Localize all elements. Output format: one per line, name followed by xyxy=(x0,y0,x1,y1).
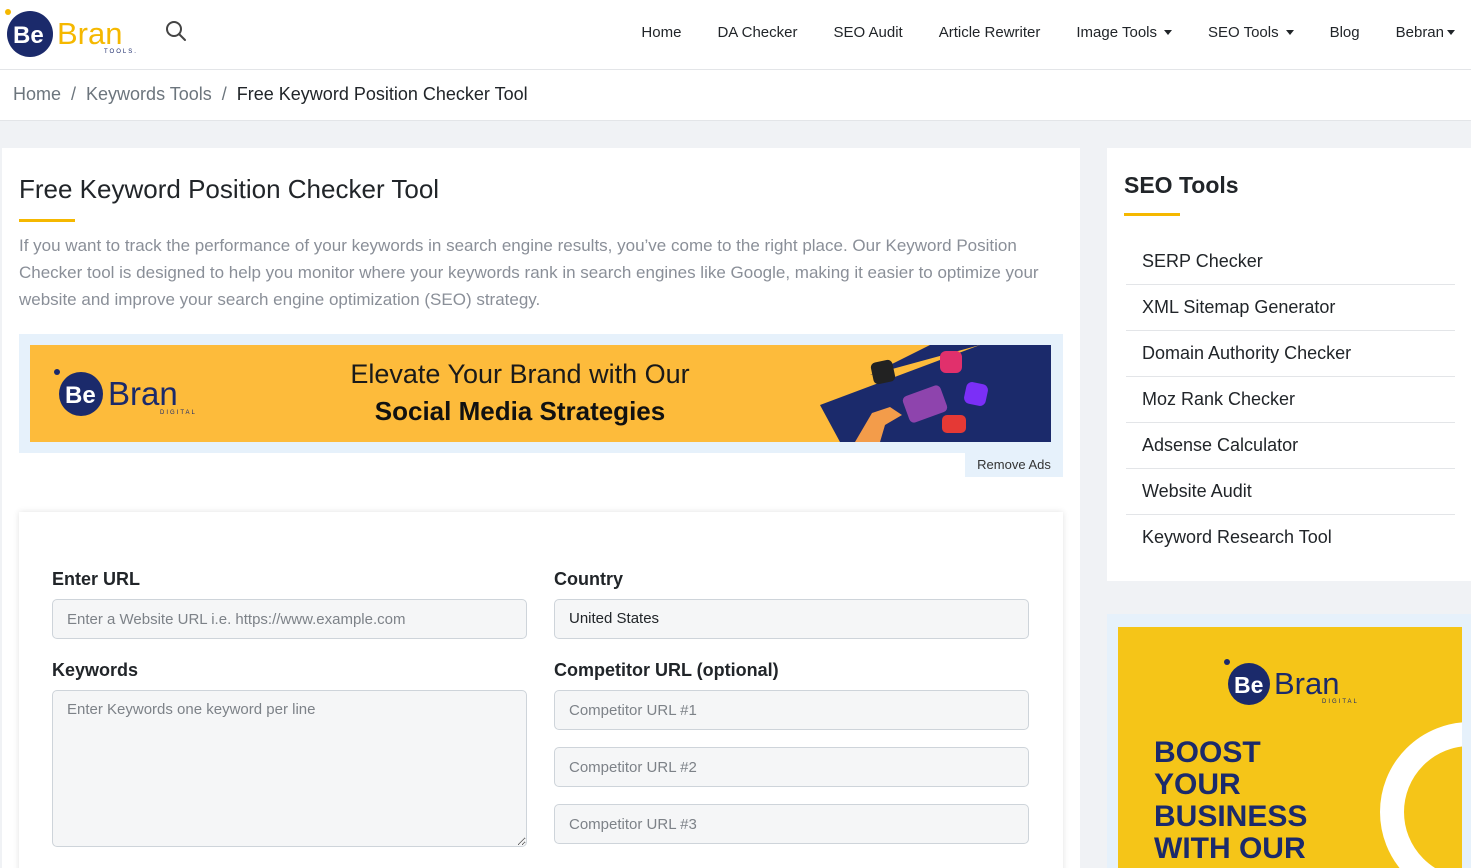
top-navbar: Be Bran TOOLS. Home DA Checker SEO Audit… xyxy=(0,0,1471,70)
logo-sub-text: TOOLS. xyxy=(104,49,138,55)
bebran-tools-logo[interactable]: Be Bran TOOLS. xyxy=(4,6,144,58)
keywords-label: Keywords xyxy=(52,660,139,680)
nav-bebran-label: Bebran xyxy=(1395,23,1444,41)
nav-seo-audit-label: SEO Audit xyxy=(833,23,903,41)
logo-be-text: Be xyxy=(13,22,44,49)
side-ad-logo-bran: Bran xyxy=(1274,666,1339,701)
nav-da-checker-label: DA Checker xyxy=(717,23,798,41)
bebran-digital-logo: Be Bran DIGITAL xyxy=(1224,659,1359,705)
sidebar-title: SEO Tools xyxy=(1124,172,1239,198)
main-nav: Home DA Checker SEO Audit Article Rewrit… xyxy=(605,0,1455,64)
sidebar-item-keyword-research-tool[interactable]: Keyword Research Tool xyxy=(1126,515,1455,561)
nav-article-rewriter[interactable]: Article Rewriter xyxy=(939,24,1041,41)
url-label: Enter URL xyxy=(52,569,141,589)
nav-image-tools-dropdown[interactable]: Image Tools xyxy=(1076,24,1172,41)
nav-da-checker[interactable]: DA Checker xyxy=(717,24,797,41)
decorative-ring xyxy=(1380,722,1462,868)
side-ad-logo-be: Be xyxy=(1234,672,1263,698)
side-ad-line: YOUR xyxy=(1154,768,1241,801)
side-ad-logo-sub: DIGITAL xyxy=(1322,699,1359,705)
sidebar-item-serp-checker[interactable]: SERP Checker xyxy=(1126,239,1455,285)
social-media-illustration xyxy=(820,345,1051,442)
competitor-url-1-input[interactable] xyxy=(554,690,1029,730)
ad-headline: Elevate Your Brand with Our xyxy=(350,359,690,389)
competitor-url-2-input[interactable] xyxy=(554,747,1029,787)
ad-container: Be Bran DIGITAL Elevate Your Brand with … xyxy=(19,334,1063,453)
sidebar-item-adsense-calculator[interactable]: Adsense Calculator xyxy=(1126,423,1455,469)
sidebar-ad-container: Be Bran DIGITAL BOOST YOUR BUSINESS WITH… xyxy=(1107,614,1471,868)
url-input[interactable] xyxy=(52,599,527,639)
side-ad-headline: BOOST YOUR BUSINESS WITH OUR xyxy=(1154,737,1374,865)
competitor-url-3-input[interactable] xyxy=(554,804,1029,844)
seo-tools-sidebar: SEO Tools SERP Checker XML Sitemap Gener… xyxy=(1107,148,1471,581)
checker-form: Enter URL Country United States Keywords… xyxy=(19,512,1063,868)
ad-logo-sub: DIGITAL xyxy=(160,410,197,416)
nav-image-tools-label: Image Tools xyxy=(1076,23,1157,41)
caret-down-icon xyxy=(1285,29,1294,35)
sidebar-ad-banner[interactable]: Be Bran DIGITAL BOOST YOUR BUSINESS WITH… xyxy=(1118,627,1462,868)
sidebar-item-domain-authority-checker[interactable]: Domain Authority Checker xyxy=(1126,331,1455,377)
ad-logo-be: Be xyxy=(65,382,96,409)
intro-paragraph: If you want to track the performance of … xyxy=(19,236,1039,309)
side-ad-line: BUSINESS xyxy=(1154,800,1308,833)
remove-ads-link[interactable]: Remove Ads xyxy=(965,453,1063,477)
sidebar-item-website-audit[interactable]: Website Audit xyxy=(1126,469,1455,515)
nav-seo-tools-dropdown[interactable]: SEO Tools xyxy=(1208,24,1294,41)
breadcrumb: Home / Keywords Tools / Free Keyword Pos… xyxy=(13,84,528,105)
title-underline xyxy=(19,219,75,222)
breadcrumb-current: Free Keyword Position Checker Tool xyxy=(236,84,528,104)
caret-down-icon xyxy=(1447,29,1455,35)
logo-bran-text: Bran xyxy=(57,16,122,51)
nav-seo-audit[interactable]: SEO Audit xyxy=(833,24,902,41)
sidebar-tool-list: SERP Checker XML Sitemap Generator Domai… xyxy=(1126,239,1455,561)
side-ad-line: BOOST xyxy=(1154,736,1261,769)
country-label: Country xyxy=(554,569,623,589)
page-title: Free Keyword Position Checker Tool xyxy=(19,174,440,204)
ad-subheadline: Social Media Strategies xyxy=(374,396,666,426)
breadcrumb-home[interactable]: Home xyxy=(13,84,61,105)
search-icon[interactable] xyxy=(164,19,188,43)
nav-article-rewriter-label: Article Rewriter xyxy=(938,23,1041,41)
nav-bebran-dropdown[interactable]: Bebran xyxy=(1396,24,1455,41)
country-select[interactable]: United States xyxy=(554,599,1029,639)
keywords-textarea[interactable] xyxy=(52,690,527,847)
ad-banner[interactable]: Be Bran DIGITAL Elevate Your Brand with … xyxy=(30,345,1051,442)
bebran-digital-logo: Be Bran DIGITAL xyxy=(54,369,197,416)
nav-blog[interactable]: Blog xyxy=(1330,24,1360,41)
main-content-card: Free Keyword Position Checker Tool If yo… xyxy=(2,148,1080,868)
sidebar-title-underline xyxy=(1124,213,1180,216)
competitor-label: Competitor URL (optional) xyxy=(554,660,779,680)
nav-blog-label: Blog xyxy=(1329,23,1360,41)
breadcrumb-separator: / xyxy=(71,84,77,104)
breadcrumb-keywords-tools[interactable]: Keywords Tools xyxy=(86,84,212,105)
nav-home[interactable]: Home xyxy=(641,24,681,41)
breadcrumb-separator: / xyxy=(221,84,227,104)
side-ad-line: WITH OUR xyxy=(1154,832,1306,865)
sidebar-item-moz-rank-checker[interactable]: Moz Rank Checker xyxy=(1126,377,1455,423)
caret-down-icon xyxy=(1164,29,1172,35)
breadcrumb-bar: Home / Keywords Tools / Free Keyword Pos… xyxy=(0,70,1471,121)
nav-seo-tools-label: SEO Tools xyxy=(1208,23,1279,41)
ad-logo-bran: Bran xyxy=(108,375,178,412)
nav-home-label: Home xyxy=(641,23,682,41)
sidebar-item-xml-sitemap-generator[interactable]: XML Sitemap Generator xyxy=(1126,285,1455,331)
